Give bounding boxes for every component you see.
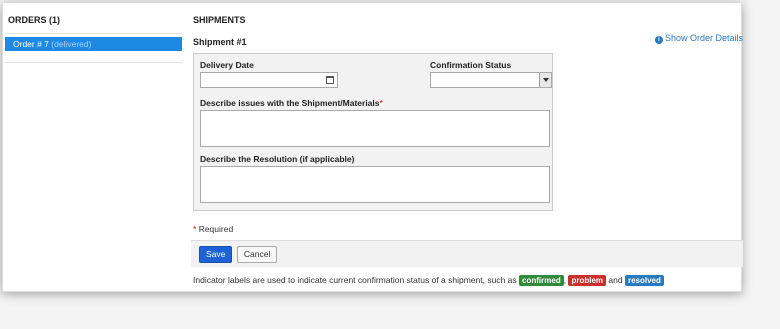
- required-note: * Required: [193, 224, 743, 234]
- issues-label: Describe issues with the Shipment/Materi…: [200, 98, 383, 108]
- problem-badge: problem: [568, 275, 607, 286]
- required-text: Required: [198, 224, 234, 234]
- resolution-textarea[interactable]: [200, 166, 550, 203]
- order-item[interactable]: Order # 7 (delivered): [5, 37, 182, 51]
- confirmation-status-select[interactable]: [430, 72, 552, 88]
- issues-textarea[interactable]: [200, 110, 550, 147]
- delivery-date-input[interactable]: [200, 72, 338, 88]
- show-order-details-link[interactable]: i Show Order Details: [654, 33, 743, 44]
- indicator-and: and: [608, 275, 623, 285]
- form-actions: Save Cancel: [191, 240, 743, 267]
- save-button[interactable]: Save: [199, 246, 233, 263]
- chevron-down-icon[interactable]: [539, 73, 551, 87]
- resolution-label: Describe the Resolution (if applicable): [200, 154, 355, 164]
- orders-list: Order # 7 (delivered): [5, 33, 182, 63]
- shipments-panel: SHIPMENTS i Show Order Details Shipment #…: [191, 15, 743, 286]
- indicator-prefix: Indicator labels are used to indicate cu…: [193, 275, 517, 285]
- app-window: ORDERS (1) Order # 7 (delivered) SHIPMEN…: [2, 2, 743, 292]
- order-label: Order # 7: [13, 39, 49, 49]
- order-status: (delivered): [51, 39, 92, 49]
- resolved-badge: resolved: [624, 275, 664, 286]
- info-icon: i: [654, 36, 663, 44]
- orders-title: ORDERS (1): [8, 15, 61, 25]
- orders-sidebar: ORDERS (1) Order # 7 (delivered): [5, 15, 182, 63]
- shipments-title: SHIPMENTS: [193, 15, 246, 25]
- confirmed-badge: confirmed: [519, 275, 564, 286]
- cancel-button[interactable]: Cancel: [236, 246, 278, 263]
- indicator-separator: ,: [563, 275, 567, 285]
- shipment-form: Delivery Date Confirmation Status Descri…: [193, 53, 553, 211]
- indicator-help-text: Indicator labels are used to indicate cu…: [193, 275, 743, 286]
- show-details-label: Show Order Details: [664, 33, 743, 43]
- required-star: *: [193, 224, 197, 234]
- required-star: *: [379, 98, 383, 108]
- confirmation-status-label: Confirmation Status: [430, 60, 512, 70]
- calendar-icon[interactable]: [326, 76, 334, 84]
- delivery-date-label: Delivery Date: [200, 60, 254, 70]
